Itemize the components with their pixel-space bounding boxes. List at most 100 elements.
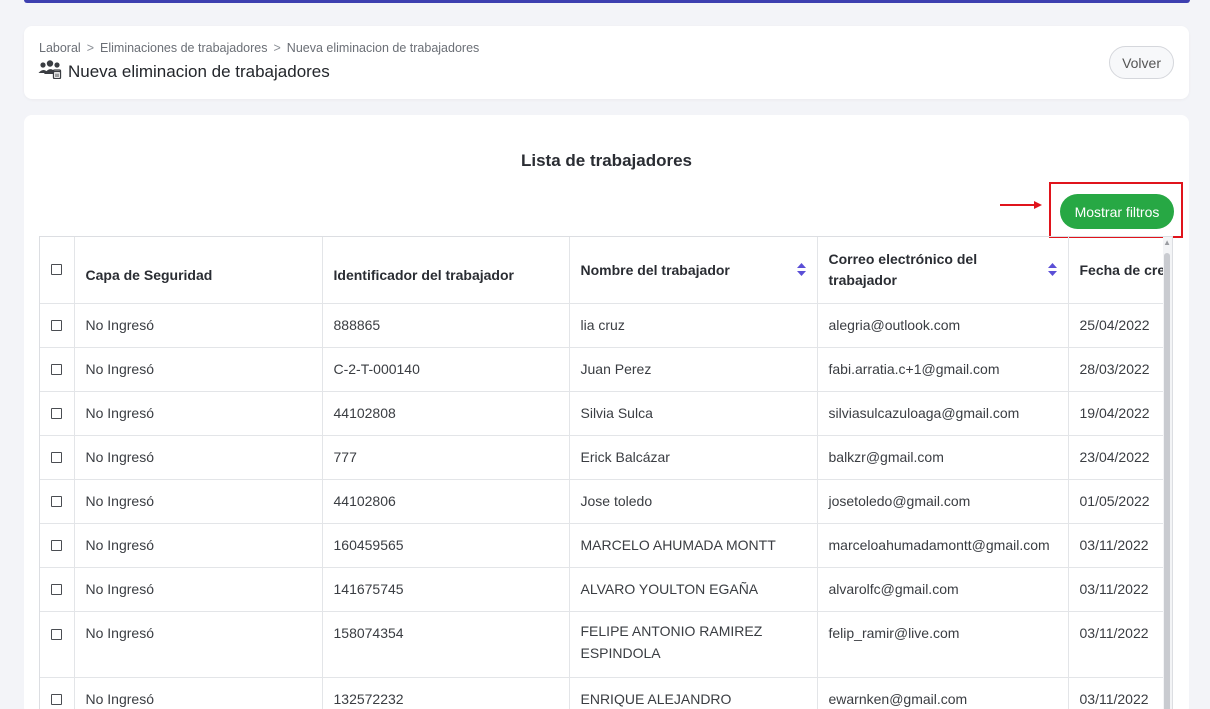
table-row[interactable]: No Ingresó 44102808 Silvia Sulca silviasulc… [40, 391, 1172, 436]
row-checkbox[interactable] [51, 583, 63, 595]
cell-identificador: 158074354 [322, 611, 570, 678]
row-select-cell [40, 303, 75, 348]
table-row[interactable]: No Ingresó 158074354 FELIPE ANTONIO RAMIRE… [40, 611, 1172, 678]
column-label: Identificador del trabajador [333, 266, 514, 283]
cell-correo: fabi.arratia.c+1@gmail.com [817, 347, 1069, 392]
table-header-row: Capa de Seguridad Identificador del trab… [40, 237, 1172, 304]
show-filters-button[interactable]: Mostrar filtros [1060, 194, 1174, 229]
column-label: Correo electrónico del trabajador [828, 250, 978, 288]
column-header-fecha[interactable]: Fecha de cre [1068, 237, 1172, 304]
cell-capa: No Ingresó [74, 567, 323, 612]
cell-correo: felip_ramir@live.com [817, 611, 1069, 678]
cell-nombre: Silvia Sulca [569, 391, 818, 436]
breadcrumb-item-current: Nueva eliminacion de trabajadores [286, 41, 480, 55]
cell-correo: alegria@outlook.com [817, 303, 1069, 348]
top-accent-strip [24, 0, 1190, 3]
column-header-identificador[interactable]: Identificador del trabajador [322, 237, 570, 304]
cell-nombre: Juan Perez [569, 347, 818, 392]
column-header-nombre[interactable]: Nombre del trabajador [569, 237, 818, 304]
cell-capa: No Ingresó [74, 611, 323, 678]
row-checkbox[interactable] [51, 319, 63, 331]
cell-nombre: Erick Balcázar [569, 435, 818, 480]
row-select-cell [40, 677, 75, 709]
row-checkbox[interactable] [51, 693, 63, 705]
cell-correo: josetoledo@gmail.com [817, 479, 1069, 524]
cell-nombre: ALVARO YOULTON EGAÑA [569, 567, 818, 612]
select-all-cell [40, 237, 75, 304]
row-select-cell [40, 435, 75, 480]
cell-correo: balkzr@gmail.com [817, 435, 1069, 480]
workers-table-container: Capa de Seguridad Identificador del trab… [39, 236, 1173, 709]
users-delete-icon [38, 59, 62, 84]
page-title-row: Nueva eliminacion de trabajadores [38, 59, 330, 84]
back-button[interactable]: Volver [1109, 46, 1174, 79]
cell-fecha: 25/04/2022 [1068, 303, 1172, 348]
select-all-checkbox[interactable] [51, 263, 63, 275]
table-row[interactable]: No Ingresó 132572232 ENRIQUE ALEJANDRO ewar… [40, 677, 1172, 709]
cell-identificador: C-2-T-000140 [322, 347, 570, 392]
cell-identificador: 777 [322, 435, 570, 480]
cell-nombre: Jose toledo [569, 479, 818, 524]
annotation-arrow-icon [1000, 201, 1042, 209]
cell-capa: No Ingresó [74, 435, 323, 480]
table-row[interactable]: No Ingresó 888865 lia cruz alegria@outlook.… [40, 303, 1172, 348]
cell-capa: No Ingresó [74, 479, 323, 524]
row-checkbox[interactable] [51, 451, 63, 463]
cell-fecha: 01/05/2022 [1068, 479, 1172, 524]
scrollbar-thumb[interactable] [1164, 253, 1170, 709]
row-select-cell [40, 611, 75, 678]
column-header-correo[interactable]: Correo electrónico del trabajador [817, 237, 1069, 304]
cell-fecha: 03/11/2022 [1068, 523, 1172, 568]
cell-identificador: 160459565 [322, 523, 570, 568]
vertical-scrollbar[interactable]: ▲ [1163, 237, 1172, 709]
workers-list-card: Lista de trabajadores Mostrar filtros Ca… [24, 115, 1189, 709]
table-row[interactable]: No Ingresó C-2-T-000140 Juan Perez fabi.arr… [40, 347, 1172, 392]
cell-correo: alvarolfc@gmail.com [817, 567, 1069, 612]
column-label: Nombre del trabajador [580, 261, 730, 278]
cell-identificador: 888865 [322, 303, 570, 348]
workers-table: Capa de Seguridad Identificador del trab… [40, 237, 1172, 709]
row-checkbox[interactable] [51, 495, 63, 507]
table-row[interactable]: No Ingresó 44102806 Jose toledo josetoledo@… [40, 479, 1172, 524]
row-checkbox[interactable] [51, 407, 63, 419]
breadcrumb-item-eliminaciones[interactable]: Eliminaciones de trabajadores [100, 41, 267, 55]
table-row[interactable]: No Ingresó 777 Erick Balcázar balkzr@gmail.… [40, 435, 1172, 480]
cell-correo: marceloahumadamontt@gmail.com [817, 523, 1069, 568]
table-row[interactable]: No Ingresó 141675745 ALVARO YOULTON EGAÑA a… [40, 567, 1172, 612]
row-checkbox[interactable] [51, 628, 63, 640]
table-row[interactable]: No Ingresó 160459565 MARCELO AHUMADA MONTT… [40, 523, 1172, 568]
row-select-cell [40, 391, 75, 436]
cell-fecha: 23/04/2022 [1068, 435, 1172, 480]
row-select-cell [40, 479, 75, 524]
page-title: Nueva eliminacion de trabajadores [68, 61, 330, 81]
column-label: Fecha de cre [1079, 261, 1166, 278]
row-select-cell [40, 347, 75, 392]
cell-identificador: 141675745 [322, 567, 570, 612]
cell-capa: No Ingresó [74, 677, 323, 709]
row-select-cell [40, 567, 75, 612]
sort-icon[interactable] [796, 263, 806, 277]
breadcrumb-item-laboral[interactable]: Laboral [39, 41, 81, 55]
cell-identificador: 44102806 [322, 479, 570, 524]
row-select-cell [40, 523, 75, 568]
cell-correo: ewarnken@gmail.com [817, 677, 1069, 709]
cell-fecha: 03/11/2022 [1068, 567, 1172, 612]
cell-fecha: 19/04/2022 [1068, 391, 1172, 436]
list-title: Lista de trabajadores [520, 151, 692, 170]
breadcrumb: Laboral > Eliminaciones de trabajadores … [39, 41, 479, 55]
header-card: Laboral > Eliminaciones de trabajadores … [24, 26, 1189, 99]
sort-icon[interactable] [1047, 263, 1057, 277]
column-header-capa[interactable]: Capa de Seguridad [74, 237, 323, 304]
cell-nombre: MARCELO AHUMADA MONTT [569, 523, 818, 568]
row-checkbox[interactable] [51, 363, 63, 375]
breadcrumb-separator: > [273, 41, 281, 55]
breadcrumb-separator: > [86, 41, 95, 55]
cell-capa: No Ingresó [74, 391, 323, 436]
cell-nombre: FELIPE ANTONIO RAMIREZ ESPINDOLA [569, 611, 818, 678]
cell-fecha: 03/11/2022 [1068, 611, 1172, 678]
cell-fecha: 03/11/2022 [1068, 677, 1172, 709]
row-checkbox[interactable] [51, 539, 63, 551]
scroll-up-icon[interactable]: ▲ [1163, 239, 1171, 247]
cell-capa: No Ingresó [74, 523, 323, 568]
cell-capa: No Ingresó [74, 303, 323, 348]
